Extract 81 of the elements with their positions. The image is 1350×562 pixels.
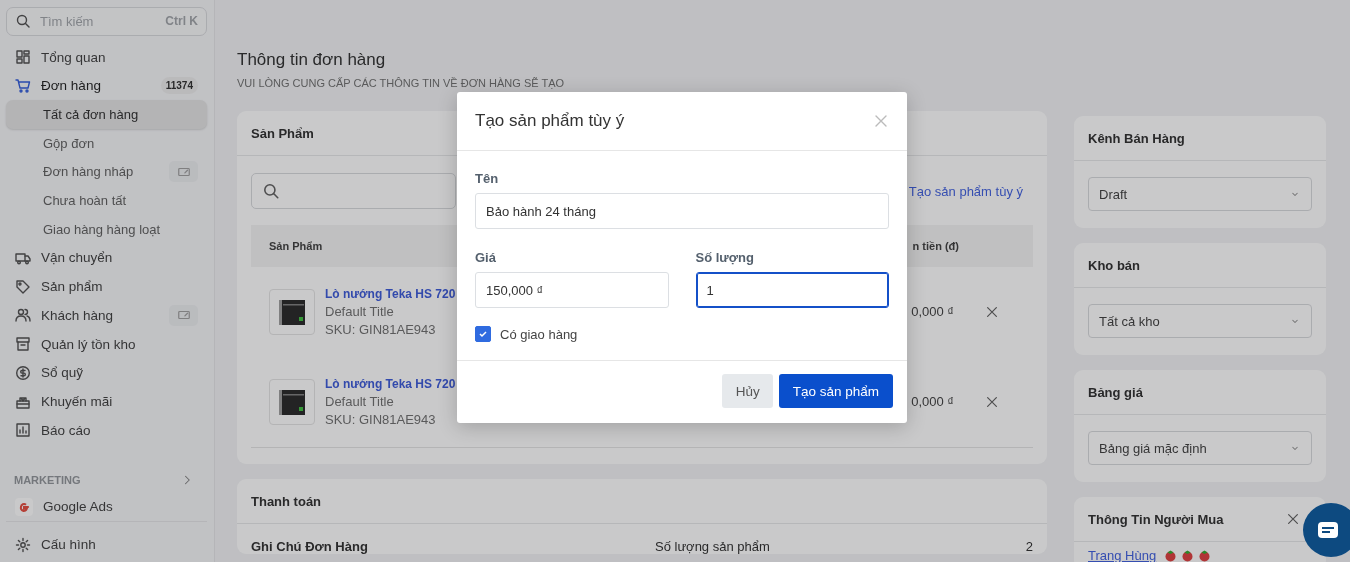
summary-value: 2 bbox=[1025, 539, 1033, 554]
buyer-name-link[interactable]: Trang Hùng bbox=[1088, 548, 1157, 562]
product-name[interactable]: Lò nướng Teka HS 720 bbox=[325, 286, 456, 301]
column-header: n tiền (đ) bbox=[912, 240, 959, 252]
chart-icon bbox=[15, 422, 31, 439]
sidebar-item[interactable]: Sổ quỹ bbox=[6, 358, 207, 388]
truck-icon bbox=[15, 250, 31, 266]
dollar-icon bbox=[15, 364, 31, 381]
cancel-button[interactable]: Hủy bbox=[721, 374, 773, 408]
card-title: Thanh toán bbox=[251, 493, 322, 509]
sidebar-item[interactable]: Sản phẩm bbox=[6, 272, 207, 302]
shortcut-hint: Ctrl K bbox=[165, 14, 198, 29]
custom-product-link[interactable]: Tạo sản phẩm tùy ý bbox=[908, 183, 1023, 199]
archive-icon bbox=[15, 336, 31, 353]
checkbox[interactable] bbox=[475, 326, 491, 342]
card-title: Bảng giá bbox=[1088, 384, 1143, 400]
search-field[interactable]: Tìm kiếm bbox=[40, 13, 157, 29]
product-name[interactable]: Lò nướng Teka HS 720 bbox=[325, 376, 456, 391]
sidebar-item[interactable]: Cấu hình bbox=[6, 530, 207, 559]
field-label: Ghi Chú Đơn Hàng bbox=[251, 539, 369, 554]
sidebar-item[interactable]: Khuyến mãi bbox=[6, 387, 207, 416]
product-sku: SKU: GIN81AE943 bbox=[325, 321, 436, 337]
product-sku: SKU: GIN81AE943 bbox=[325, 411, 436, 427]
grid-icon bbox=[15, 49, 31, 66]
remove-button[interactable] bbox=[985, 304, 999, 319]
sidebar-subitem[interactable]: Chưa hoàn tất bbox=[6, 186, 207, 215]
search-icon bbox=[262, 182, 280, 200]
summary-label: Số lượng sản phẩm bbox=[655, 539, 770, 554]
count-badge: 11374 bbox=[160, 77, 198, 95]
search-icon bbox=[15, 13, 31, 30]
card-title: Sản Phẩm bbox=[251, 125, 314, 141]
sidebar-subitem[interactable]: Giao hàng hàng loạt bbox=[6, 214, 207, 244]
section-title: MARKETING bbox=[14, 474, 81, 487]
select-field[interactable]: Tất cả kho bbox=[1088, 304, 1312, 338]
close-icon bbox=[1286, 512, 1300, 526]
sidebar-item[interactable]: Báo cáo bbox=[6, 415, 207, 445]
product-variant: Default Title bbox=[325, 393, 394, 409]
sidebar-subitem[interactable]: Tất cả đơn hàng bbox=[6, 100, 207, 129]
sidebar-item[interactable]: Vận chuyển bbox=[6, 243, 207, 273]
chat-icon bbox=[1318, 522, 1338, 538]
sidebar-item[interactable]: Tổng quan bbox=[6, 42, 207, 72]
sidebar-item[interactable]: Quản lý tồn kho bbox=[6, 329, 207, 359]
sidebar-subitem[interactable]: Gộp đơn bbox=[6, 128, 207, 158]
users-icon bbox=[15, 307, 31, 324]
price-field[interactable]: 150,000 ₫ bbox=[475, 272, 669, 308]
page-subtitle: VUI LÒNG CUNG CẤP CÁC THÔNG TIN VỀ ĐƠN HÀNG SẼ TẠO bbox=[237, 77, 566, 89]
google-icon bbox=[15, 497, 33, 516]
close-icon bbox=[985, 394, 999, 409]
tomato-icon bbox=[1164, 549, 1178, 562]
column-header: Sản Phẩm bbox=[269, 240, 323, 252]
close-icon bbox=[873, 113, 889, 129]
remove-button[interactable] bbox=[985, 394, 999, 409]
tomato-icon bbox=[1198, 549, 1212, 562]
name-field[interactable]: Bảo hành 24 tháng bbox=[475, 193, 889, 229]
select-field[interactable]: Bảng giá mặc định bbox=[1088, 431, 1312, 465]
field-label: Số lượng bbox=[695, 250, 755, 265]
close-icon bbox=[985, 304, 999, 319]
sidebar-subitem[interactable]: Đơn hàng nháp bbox=[6, 157, 207, 187]
field-label: Tên bbox=[475, 171, 500, 186]
check-icon bbox=[478, 329, 488, 339]
select-field[interactable]: Draft bbox=[1088, 177, 1312, 211]
line-total: 0,000 ₫ bbox=[911, 304, 954, 319]
field-label: Giá bbox=[475, 250, 497, 265]
product-search-field[interactable] bbox=[251, 173, 456, 209]
card-title: Thông Tin Người Mua bbox=[1088, 511, 1224, 527]
card-title: Kênh Bán Hàng bbox=[1088, 130, 1185, 146]
sidebar-item[interactable]: Khách hàng bbox=[6, 301, 207, 330]
page-title: Thông tin đơn hàng bbox=[237, 50, 387, 70]
line-total: 0,000 ₫ bbox=[911, 394, 954, 409]
tag-icon bbox=[15, 278, 31, 295]
create-button[interactable]: Tạo sản phẩm bbox=[778, 374, 893, 408]
checkbox-label: Có giao hàng bbox=[500, 326, 578, 342]
sidebar-item[interactable]: Đơn hàng 11374 bbox=[6, 71, 207, 101]
card-title: Kho bán bbox=[1088, 257, 1140, 273]
settings-icon bbox=[15, 536, 31, 553]
product-variant: Default Title bbox=[325, 303, 394, 319]
quantity-field[interactable]: 1 bbox=[695, 272, 889, 308]
modal-title: Tạo sản phẩm tùy ý bbox=[475, 111, 625, 131]
cart-icon bbox=[15, 77, 31, 94]
tomato-icon bbox=[1181, 549, 1195, 562]
sidebar-item[interactable]: Google Ads bbox=[6, 492, 207, 521]
